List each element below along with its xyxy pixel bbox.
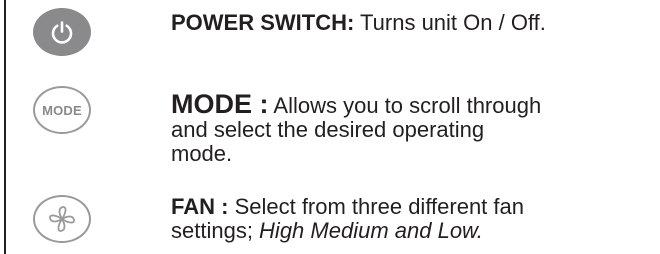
mode-title: MODE : (171, 89, 269, 119)
mode-text-line-3: mode. (171, 141, 233, 166)
fan-description: FAN : Select from three different fan se… (171, 195, 524, 243)
mode-text-line-2: and select the desired operating (171, 117, 485, 142)
fan-text-line-1: Select from three different fan (228, 194, 524, 219)
power-button[interactable] (33, 8, 91, 56)
power-switch-text: Turns unit On / Off. (354, 10, 546, 35)
fan-button[interactable] (33, 195, 91, 243)
fan-text-line-2: settings; (171, 218, 260, 243)
power-icon (51, 21, 73, 44)
fan-icon (49, 206, 75, 232)
mode-button[interactable]: MODE (33, 86, 91, 134)
fan-title: FAN : (171, 194, 229, 219)
mode-button-label: MODE (42, 102, 82, 118)
mode-description: MODE : Allows you to scroll through and … (171, 89, 542, 166)
power-switch-description: POWER SWITCH: Turns unit On / Off. (171, 11, 546, 35)
fan-speed-options: High Medium and Low. (259, 218, 483, 243)
power-switch-title: POWER SWITCH: (171, 10, 355, 35)
left-border-rule (4, 0, 6, 254)
mode-text-line-1: Allows you to scroll through (268, 93, 542, 118)
